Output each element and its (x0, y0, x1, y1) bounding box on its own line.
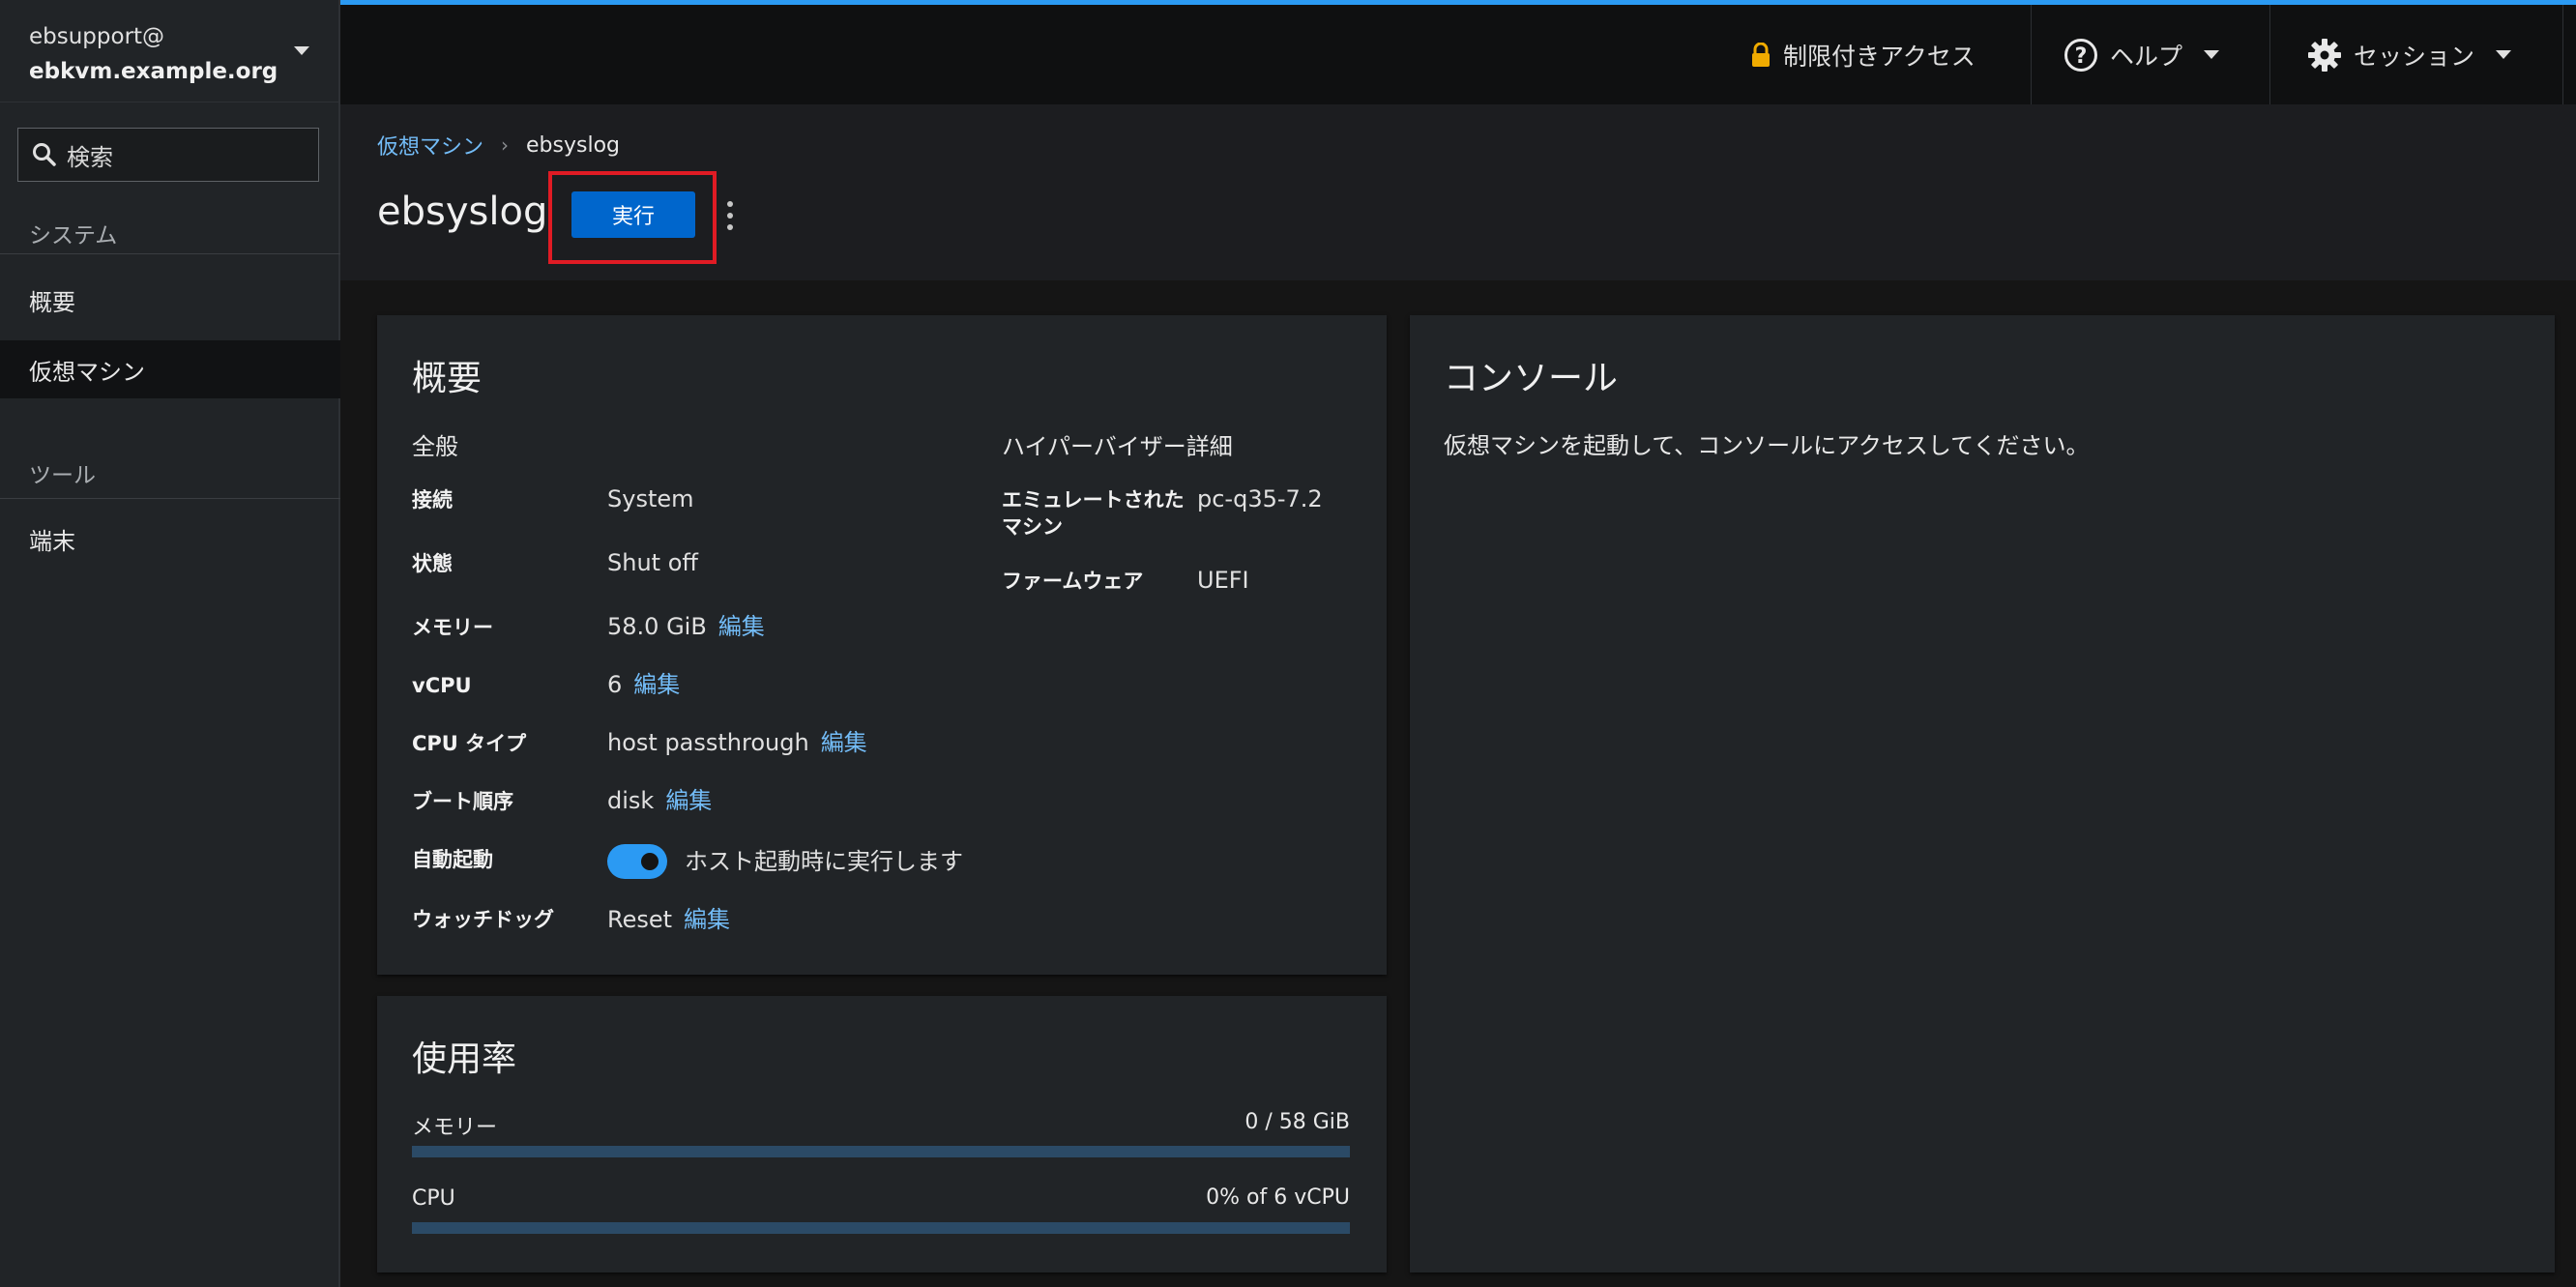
host-user: ebsupport@ (29, 24, 165, 49)
masthead (340, 0, 2576, 104)
masthead-accent-line (340, 0, 2576, 5)
memory-text: 58.0 GiB (607, 613, 707, 640)
breadcrumb: 仮想マシン › ebsyslog (377, 130, 620, 161)
help-icon: ? (2064, 38, 2097, 72)
restricted-access-label: 制限付きアクセス (1783, 42, 1976, 71)
firmware-value: UEFI (1197, 566, 1249, 595)
cpu-usage-bar (412, 1222, 1350, 1234)
run-button[interactable]: 実行 (571, 191, 695, 238)
usage-cpu-label: CPU (412, 1186, 455, 1211)
autostart-value: ホスト起動時に実行します (607, 844, 963, 879)
connection-value: System (607, 484, 694, 513)
console-message: 仮想マシンを起動して、コンソールにアクセスしてください。 (1444, 432, 2090, 459)
cpu-type-edit-link[interactable]: 編集 (821, 728, 867, 757)
emulated-machine-label-line2: マシン (1002, 515, 1063, 539)
sidebar: ebsupport@ ebkvm.example.org 検索 システム 概要 … (0, 0, 340, 1287)
page-title: ebsyslog (377, 190, 548, 234)
chevron-down-icon (2496, 50, 2512, 59)
memory-usage-bar (412, 1146, 1350, 1157)
kebab-menu-icon[interactable] (723, 201, 737, 230)
session-label: セッション (2354, 42, 2475, 71)
autostart-text: ホスト起動時に実行します (685, 848, 963, 875)
divider (2269, 5, 2270, 104)
watchdog-text: Reset (607, 906, 673, 933)
sidebar-item-virtual-machines[interactable]: 仮想マシン (0, 340, 340, 398)
breadcrumb-current: ebsyslog (526, 132, 620, 158)
vcpu-value: 6 編集 (607, 670, 680, 699)
connection-text: System (607, 485, 694, 512)
cpu-type-text: host passthrough (607, 729, 809, 756)
usage-cpu-value: 0% of 6 vCPU (1206, 1185, 1350, 1210)
breadcrumb-link-virtual-machines[interactable]: 仮想マシン (377, 130, 483, 161)
watchdog-value: Reset 編集 (607, 905, 730, 934)
boot-order-edit-link[interactable]: 編集 (665, 786, 712, 815)
console-title: コンソール (1444, 359, 1619, 398)
restricted-access-button[interactable]: 制限付きアクセス (1750, 5, 1976, 104)
state-value: Shut off (607, 548, 698, 577)
watchdog-edit-link[interactable]: 編集 (684, 905, 730, 934)
general-heading: 全般 (412, 433, 458, 460)
nav-divider (0, 253, 340, 254)
boot-order-value: disk 編集 (607, 786, 712, 815)
help-menu[interactable]: ? ヘルプ (2064, 5, 2220, 104)
emulated-machine-value: pc-q35-7.2 (1197, 484, 1323, 513)
search-input[interactable]: 検索 (17, 128, 319, 182)
autostart-toggle[interactable] (607, 844, 667, 879)
emulated-machine-text: pc-q35-7.2 (1197, 485, 1323, 512)
cpu-type-label: CPU タイプ (412, 732, 527, 755)
state-text: Shut off (607, 549, 698, 576)
connection-label: 接続 (412, 488, 453, 512)
nav-divider (0, 498, 340, 499)
boot-order-label: ブート順序 (412, 790, 513, 813)
gear-icon (2308, 38, 2341, 72)
sidebar-item-terminal[interactable]: 端末 (0, 510, 340, 568)
memory-label: メモリー (412, 616, 493, 639)
host-switcher[interactable]: ebsupport@ ebkvm.example.org (0, 0, 338, 102)
watchdog-label: ウォッチドッグ (412, 908, 554, 931)
divider (2031, 5, 2032, 104)
sidebar-item-overview[interactable]: 概要 (0, 271, 340, 329)
help-label: ヘルプ (2110, 42, 2183, 71)
usage-memory-label: メモリー (412, 1116, 498, 1140)
lock-icon (1752, 42, 1770, 67)
memory-value: 58.0 GiB 編集 (607, 612, 765, 641)
emulated-machine-label: エミュレートされた マシン (1002, 486, 1185, 541)
firmware-text: UEFI (1197, 567, 1249, 594)
cpu-type-value: host passthrough 編集 (607, 728, 867, 757)
state-label: 状態 (412, 552, 453, 575)
session-menu[interactable]: セッション (2307, 5, 2512, 104)
chevron-down-icon[interactable] (294, 46, 309, 55)
vcpu-text: 6 (607, 671, 623, 698)
memory-edit-link[interactable]: 編集 (718, 612, 765, 641)
overview-title: 概要 (412, 359, 483, 398)
chevron-down-icon (2204, 50, 2220, 59)
search-placeholder: 検索 (67, 143, 113, 171)
svg-text:?: ? (2075, 44, 2088, 69)
search-icon (33, 143, 56, 166)
toggle-knob (641, 853, 659, 870)
chevron-right-icon: › (501, 133, 510, 157)
firmware-label: ファームウェア (1002, 570, 1144, 593)
usage-title: 使用率 (412, 1039, 517, 1079)
vcpu-edit-link[interactable]: 編集 (633, 670, 680, 699)
vcpu-label: vCPU (412, 674, 472, 697)
nav-section-system: システム (29, 223, 118, 249)
autostart-label: 自動起動 (412, 848, 493, 871)
emulated-machine-label-line1: エミュレートされた (1002, 488, 1185, 512)
divider (2562, 5, 2563, 104)
boot-order-text: disk (607, 787, 655, 814)
nav-section-tools: ツール (29, 463, 96, 488)
usage-memory-value: 0 / 58 GiB (1244, 1110, 1350, 1134)
host-name: ebkvm.example.org (29, 59, 278, 84)
hypervisor-heading: ハイパーバイザー詳細 (1002, 433, 1233, 460)
